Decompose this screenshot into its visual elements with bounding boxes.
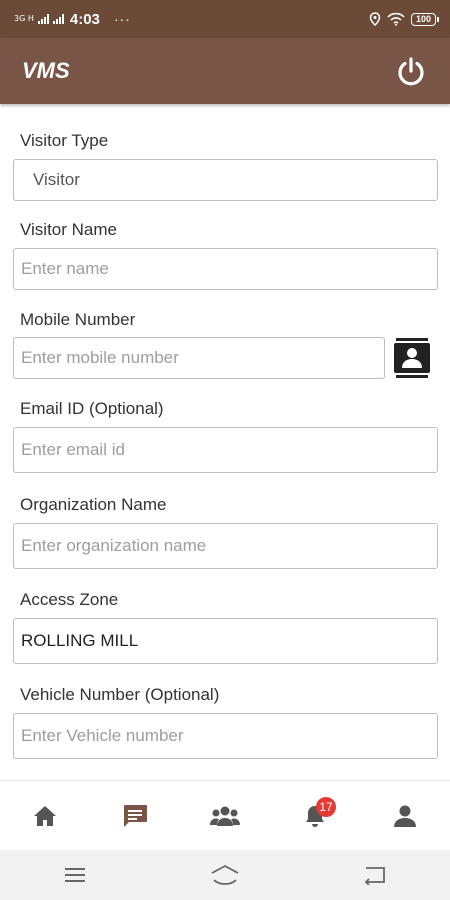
nav-visitors[interactable] xyxy=(195,791,255,841)
nav-messages[interactable] xyxy=(105,791,165,841)
visitor-name-label: Visitor Name xyxy=(20,220,117,239)
battery-icon: 100 xyxy=(410,12,440,26)
nav-profile[interactable] xyxy=(375,791,435,841)
nav-home[interactable] xyxy=(15,791,75,841)
status-left: 3G H 4:03 ··· xyxy=(14,11,131,28)
nav-notifications[interactable]: 17 xyxy=(285,791,345,841)
app-bar: VMS xyxy=(0,38,450,104)
system-back-button[interactable] xyxy=(350,855,400,895)
vehicle-number-label: Vehicle Number (Optional) xyxy=(20,685,220,704)
location-icon xyxy=(369,12,381,26)
status-bar: 3G H 4:03 ··· 100 xyxy=(0,0,450,38)
contact-book-icon xyxy=(394,338,430,378)
wifi-icon xyxy=(387,12,405,26)
home-icon xyxy=(34,805,56,826)
mobile-number-label: Mobile Number xyxy=(20,310,136,329)
app-title: VMS xyxy=(22,58,70,83)
menu-icon xyxy=(65,868,85,882)
access-zone-label: Access Zone xyxy=(20,590,119,609)
organization-input[interactable] xyxy=(13,523,438,569)
system-menu-button[interactable] xyxy=(50,855,100,895)
power-icon xyxy=(398,57,424,86)
system-home-button[interactable] xyxy=(200,855,250,895)
mobile-number-input[interactable] xyxy=(13,337,385,379)
visitor-type-field[interactable] xyxy=(13,159,438,201)
home-outline-icon xyxy=(211,864,239,885)
notification-badge: 17 xyxy=(316,796,336,817)
visitor-form: Visitor Type Visitor Name Mobile Number … xyxy=(0,104,450,780)
status-right: 100 xyxy=(369,12,440,26)
more-notifications-icon: ··· xyxy=(113,11,131,27)
signal-icon xyxy=(37,14,49,24)
pick-contact-button[interactable] xyxy=(393,337,431,379)
access-zone-field[interactable] xyxy=(13,618,438,664)
status-time: 4:03 xyxy=(69,10,100,28)
network-type-label: 3G H xyxy=(14,14,34,23)
system-nav-bar xyxy=(0,850,450,900)
vehicle-number-input[interactable] xyxy=(13,713,438,759)
signal-icon-2 xyxy=(52,14,64,24)
bottom-nav: 17 xyxy=(0,780,450,850)
email-label: Email ID (Optional) xyxy=(20,399,164,418)
person-icon xyxy=(394,805,416,827)
organization-label: Organization Name xyxy=(20,495,167,514)
visitor-type-label: Visitor Type xyxy=(20,131,109,150)
message-icon xyxy=(124,804,147,827)
logout-button[interactable] xyxy=(394,54,428,88)
email-input[interactable] xyxy=(13,427,438,473)
back-icon xyxy=(364,867,385,885)
visitor-name-input[interactable] xyxy=(13,248,438,290)
group-icon xyxy=(210,806,240,826)
